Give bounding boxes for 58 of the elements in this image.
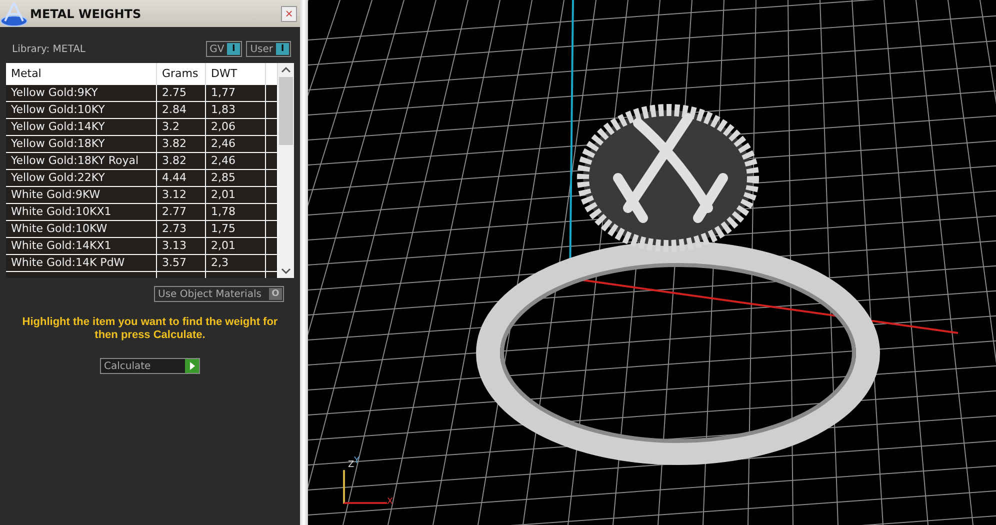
table-cell: White Gold:9KW <box>6 187 157 204</box>
splitter-bar[interactable] <box>300 0 308 525</box>
table-cell: Yellow Gold:14KY <box>6 119 157 136</box>
table-cell: White Gold:14K PdW <box>6 255 157 272</box>
scrollbar[interactable] <box>278 63 294 278</box>
table-cell <box>266 238 278 255</box>
table-cell <box>266 153 278 170</box>
table-cell: 2,06 <box>206 119 266 136</box>
table-cell: 3.2 <box>157 119 206 136</box>
table-cell: 2,46 <box>206 153 266 170</box>
table-cell: 2.84 <box>157 102 206 119</box>
table-cell: 2,01 <box>206 187 266 204</box>
library-toggle[interactable]: User I <box>246 41 291 57</box>
use-object-materials-toggle[interactable]: Use Object Materials O <box>154 286 284 302</box>
table-cell: White Gold:10KX1 <box>6 204 157 221</box>
table-cell <box>266 136 278 153</box>
table-cell <box>266 255 278 272</box>
table-cell: 2.77 <box>157 204 206 221</box>
library-toggle[interactable]: GV I <box>206 41 242 57</box>
table-cell: Yellow Gold:18KY Royal <box>6 153 157 170</box>
table-cell: 3.82 <box>157 153 206 170</box>
calculate-button[interactable]: Calculate <box>100 358 200 374</box>
table-cell: Yellow Gold:22KY <box>6 170 157 187</box>
table-cell: 2.75 <box>157 85 206 102</box>
table-cell: 3.12 <box>157 187 206 204</box>
table-cell: 2,85 <box>206 170 266 187</box>
scroll-thumb[interactable] <box>279 77 293 145</box>
table-cell: 3.57 <box>157 255 206 272</box>
instruction-text: Highlight the item you want to find the weight for then press Calculate. <box>21 316 279 342</box>
table-cell <box>266 221 278 238</box>
table-cell: 2,3 <box>206 255 266 272</box>
table-cell: 1,83 <box>206 102 266 119</box>
table-cell: 1,75 <box>206 221 266 238</box>
table-cell: 3.13 <box>157 238 206 255</box>
table-cell <box>266 119 278 136</box>
library-label: Library: METAL <box>12 44 86 54</box>
table-cell: Yellow Gold:9KY <box>6 85 157 102</box>
table-cell <box>266 187 278 204</box>
table-cell: White Gold:14KX1 <box>6 238 157 255</box>
axis-label: X <box>386 498 393 507</box>
table-cell <box>266 170 278 187</box>
table-cell: 2.73 <box>157 221 206 238</box>
table-cell: 3.82 <box>157 136 206 153</box>
table-cell: Yellow Gold:10KY <box>6 102 157 119</box>
table-cell: 4.44 <box>157 170 206 187</box>
close-button[interactable]: × <box>281 6 297 22</box>
window-title: METAL WEIGHTS <box>30 6 142 20</box>
play-icon <box>185 359 199 373</box>
table-cell: White Gold:10KW <box>6 221 157 238</box>
table-cell: 2,46 <box>206 136 266 153</box>
table-cell <box>266 204 278 221</box>
logo-icon <box>0 0 28 26</box>
table-cell: Yellow Gold:18KY <box>6 136 157 153</box>
table-cell: 2,01 <box>206 238 266 255</box>
table-cell: 1,77 <box>206 85 266 102</box>
axis-label: Z <box>348 461 354 470</box>
table-cell <box>266 102 278 119</box>
table-cell: 1,78 <box>206 204 266 221</box>
